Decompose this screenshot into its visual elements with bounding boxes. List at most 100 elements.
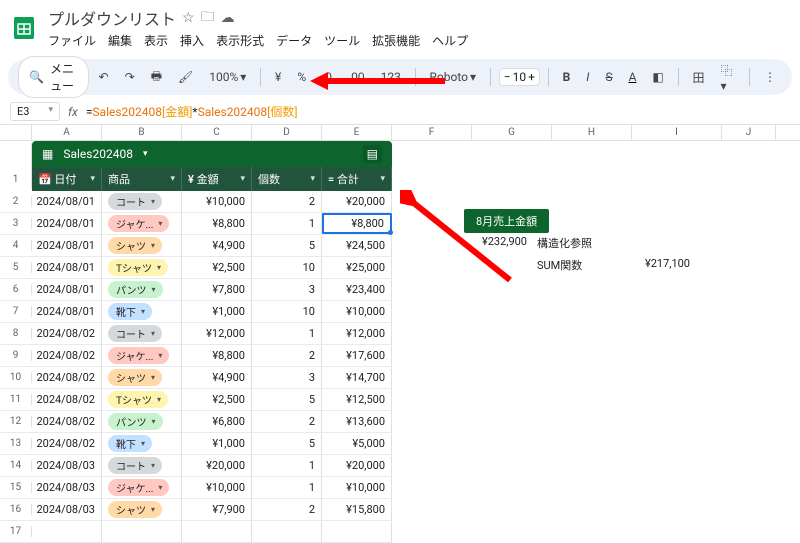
col-header-A[interactable]: A	[32, 125, 102, 140]
cell-qty[interactable]: 3	[252, 279, 322, 300]
cell-total[interactable]: ¥14,700	[322, 367, 392, 388]
table-row[interactable]: 52024/08/01Tシャツ¥2,50010¥25,000	[0, 257, 392, 279]
table-row[interactable]: 42024/08/01シャツ¥4,9005¥24,500	[0, 235, 392, 257]
cell-total[interactable]: ¥20,000	[322, 455, 392, 476]
cell-total[interactable]: ¥12,500	[322, 389, 392, 410]
table-row[interactable]: 82024/08/02コート¥12,0001¥12,000	[0, 323, 392, 345]
cell-total[interactable]: ¥15,800	[322, 499, 392, 520]
cell-date[interactable]: 2024/08/02	[32, 389, 102, 410]
menu-データ[interactable]: データ	[276, 32, 312, 49]
cell-date[interactable]: 2024/08/01	[32, 191, 102, 212]
cell-amount[interactable]: ¥2,500	[182, 257, 252, 278]
cell-amount[interactable]: ¥1,000	[182, 433, 252, 454]
font-select[interactable]: Roboto ▾	[424, 67, 483, 87]
table-row[interactable]: 132024/08/02靴下¥1,0005¥5,000	[0, 433, 392, 455]
cell-product[interactable]: パンツ	[102, 411, 182, 432]
menu-編集[interactable]: 編集	[108, 32, 132, 49]
cell-total[interactable]: ¥20,000	[322, 191, 392, 212]
paint-format-button[interactable]: 🖌	[172, 67, 199, 87]
cell-qty[interactable]: 2	[252, 191, 322, 212]
cell-date[interactable]: 2024/08/03	[32, 477, 102, 498]
cell-qty[interactable]: 10	[252, 257, 322, 278]
cell-product[interactable]: Tシャツ	[102, 389, 182, 410]
table-col-商品[interactable]: 商品▾	[102, 167, 182, 191]
cell-amount[interactable]: ¥12,000	[182, 323, 252, 344]
cell-date[interactable]: 2024/08/01	[32, 257, 102, 278]
cell-amount[interactable]: ¥10,000	[182, 191, 252, 212]
table-col-合計[interactable]: = 合計▾	[322, 167, 392, 191]
cell-amount[interactable]: ¥4,900	[182, 367, 252, 388]
cell-amount[interactable]: ¥1,000	[182, 301, 252, 322]
summary-value-2[interactable]: ¥217,100	[630, 257, 690, 270]
cell-amount[interactable]: ¥7,800	[182, 279, 252, 300]
more-toolbar-icon[interactable]: ⋮	[758, 67, 782, 87]
menu-挿入[interactable]: 挿入	[180, 32, 204, 49]
cell-date[interactable]: 2024/08/03	[32, 499, 102, 520]
cell-date[interactable]: 2024/08/01	[32, 213, 102, 234]
cell-date[interactable]: 2024/08/01	[32, 279, 102, 300]
cell-product[interactable]: ジャケ...	[102, 477, 182, 498]
cell-product[interactable]: 靴下	[102, 301, 182, 322]
cell-date[interactable]: 2024/08/02	[32, 367, 102, 388]
table-row[interactable]: 162024/08/03シャツ¥7,9002¥15,800	[0, 499, 392, 521]
table-row[interactable]: 112024/08/02Tシャツ¥2,5005¥12,500	[0, 389, 392, 411]
cell-qty[interactable]: 3	[252, 367, 322, 388]
table-row[interactable]: 62024/08/01パンツ¥7,8003¥23,400	[0, 279, 392, 301]
menu-表示[interactable]: 表示	[144, 32, 168, 49]
strike-button[interactable]: S	[599, 67, 618, 87]
bold-button[interactable]: B	[557, 67, 577, 87]
menu-ヘルプ[interactable]: ヘルプ	[432, 32, 468, 49]
cell-amount[interactable]: ¥4,900	[182, 235, 252, 256]
cell-qty[interactable]: 2	[252, 411, 322, 432]
summary-label-1[interactable]: 構造化参照	[537, 235, 592, 251]
spreadsheet-grid[interactable]: ABCDEFGHIJ 1 ▦Sales202408▾ ▤ 📅 日付▾商品▾¥ 金…	[0, 125, 800, 543]
menu-ツール[interactable]: ツール	[324, 32, 360, 49]
search-menus[interactable]: 🔍メニュー	[18, 56, 89, 98]
text-color-button[interactable]: A	[623, 67, 643, 87]
cell-total[interactable]: ¥13,600	[322, 411, 392, 432]
currency-yen-button[interactable]: ¥	[269, 67, 287, 87]
cell-qty[interactable]: 1	[252, 455, 322, 476]
cell-date[interactable]: 2024/08/03	[32, 455, 102, 476]
col-header-D[interactable]: D	[252, 125, 322, 140]
table-row[interactable]: 72024/08/01靴下¥1,00010¥10,000	[0, 301, 392, 323]
cell-total[interactable]: ¥17,600	[322, 345, 392, 366]
cell-total[interactable]: ¥5,000	[322, 433, 392, 454]
borders-button[interactable]: 田	[686, 66, 710, 89]
zoom-select[interactable]: 100% ▾	[203, 67, 252, 87]
cell-amount[interactable]: ¥8,800	[182, 213, 252, 234]
cell-qty[interactable]: 2	[252, 499, 322, 520]
cell-qty[interactable]: 1	[252, 477, 322, 498]
cell-product[interactable]: パンツ	[102, 279, 182, 300]
cell-qty[interactable]: 5	[252, 433, 322, 454]
merge-button[interactable]: ⿻ ▾	[714, 59, 741, 96]
table-row[interactable]: 122024/08/02パンツ¥6,8002¥13,600	[0, 411, 392, 433]
cell-amount[interactable]: ¥8,800	[182, 345, 252, 366]
cell-amount[interactable]: ¥2,500	[182, 389, 252, 410]
undo-button[interactable]: ↶	[93, 67, 115, 87]
cell-total[interactable]: ¥24,500	[322, 235, 392, 256]
cell-amount[interactable]: ¥6,800	[182, 411, 252, 432]
table-col-日付[interactable]: 📅 日付▾	[32, 167, 102, 191]
fill-color-button[interactable]: ◧	[646, 67, 669, 87]
menu-表示形式[interactable]: 表示形式	[216, 32, 264, 49]
cell-date[interactable]: 2024/08/02	[32, 345, 102, 366]
folder-move-icon[interactable]: 🗀	[201, 6, 215, 30]
cell-date[interactable]: 2024/08/02	[32, 433, 102, 454]
cell-qty[interactable]: 1	[252, 323, 322, 344]
table-row[interactable]: 22024/08/01コート¥10,0002¥20,000	[0, 191, 392, 213]
cell-total[interactable]: ¥10,000	[322, 301, 392, 322]
col-header-I[interactable]: I	[632, 125, 722, 140]
cell-total[interactable]: ¥12,000	[322, 323, 392, 344]
table-col-金額[interactable]: ¥ 金額▾	[182, 167, 252, 191]
doc-title[interactable]: プルダウンリスト	[48, 6, 176, 30]
col-header-B[interactable]: B	[102, 125, 182, 140]
number-format-button[interactable]: 123	[375, 67, 407, 87]
menu-拡張機能[interactable]: 拡張機能	[372, 32, 420, 49]
font-size-stepper[interactable]: − 10 +	[499, 68, 540, 86]
cell-date[interactable]: 2024/08/01	[32, 235, 102, 256]
italic-button[interactable]: I	[580, 67, 595, 87]
col-header-J[interactable]: J	[722, 125, 776, 140]
cell-total[interactable]: ¥25,000	[322, 257, 392, 278]
star-icon[interactable]: ☆	[182, 10, 195, 26]
